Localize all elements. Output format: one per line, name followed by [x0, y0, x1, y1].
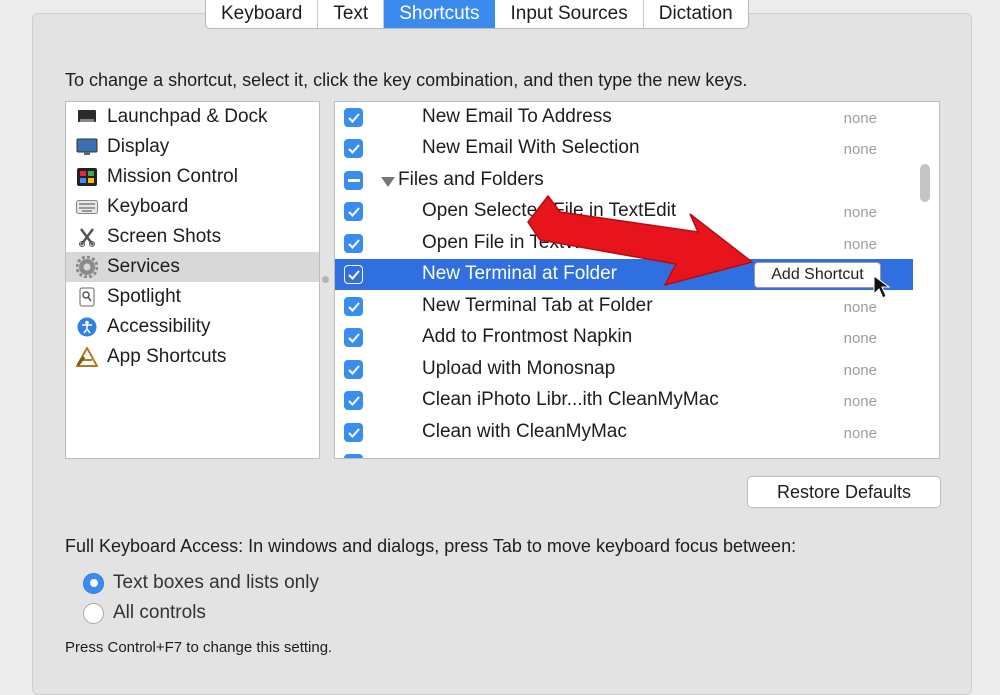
service-row[interactable]: Clean with CleanMyMac none	[335, 417, 917, 448]
keyboard-access-hint: Press Control+F7 to change this setting.	[65, 639, 333, 656]
category-label: Spotlight	[107, 286, 181, 307]
disclosure-triangle-icon[interactable]	[381, 177, 395, 187]
app-shortcuts-icon	[76, 346, 98, 368]
service-label: Open Selected File in TextEdit	[422, 200, 677, 221]
radio-button[interactable]	[83, 602, 104, 624]
service-checkbox[interactable]	[344, 328, 363, 347]
shortcut-value[interactable]: none	[844, 236, 877, 253]
shortcut-value[interactable]: none	[844, 141, 877, 158]
category-item-keyboard[interactable]: Keyboard	[66, 192, 319, 222]
shortcut-value[interactable]: none	[844, 204, 877, 221]
group-checkbox-mixed[interactable]	[344, 171, 363, 190]
service-row[interactable]: Clean iPhoto Libr...ith CleanMyMac none	[335, 385, 917, 416]
service-checkbox[interactable]	[344, 139, 363, 158]
category-item-spotlight[interactable]: Spotlight	[66, 282, 319, 312]
service-row-partial[interactable]	[335, 448, 917, 458]
service-checkbox[interactable]	[344, 108, 363, 127]
keyboard-icon	[76, 196, 98, 218]
shortcut-value[interactable]: none	[844, 330, 877, 347]
service-checkbox[interactable]	[344, 297, 363, 316]
tab-input-sources[interactable]: Input Sources	[495, 0, 644, 28]
shortcut-value[interactable]: none	[844, 393, 877, 410]
display-icon	[76, 136, 98, 158]
service-label: Clean iPhoto Libr...ith CleanMyMac	[422, 389, 719, 410]
service-checkbox[interactable]	[344, 234, 363, 253]
service-row[interactable]: Upload with Monosnap none	[335, 354, 917, 385]
split-divider-handle[interactable]	[322, 276, 329, 283]
category-label: App Shortcuts	[107, 346, 227, 367]
services-list: New Email To Address none New Email With…	[334, 101, 940, 459]
tab-shortcuts[interactable]: Shortcuts	[384, 0, 496, 28]
service-checkbox[interactable]	[344, 454, 363, 458]
category-item-accessibility[interactable]: Accessibility	[66, 312, 319, 342]
category-item-mission-control[interactable]: Mission Control	[66, 162, 319, 192]
radio-label: All controls	[113, 602, 206, 623]
category-item-display[interactable]: Display	[66, 132, 319, 162]
tab-keyboard[interactable]: Keyboard	[206, 0, 319, 28]
service-label: New Terminal Tab at Folder	[422, 295, 653, 316]
service-label: Upload with Monosnap	[422, 358, 616, 379]
category-item-app-shortcuts[interactable]: App Shortcuts	[66, 342, 319, 372]
instructions-text: To change a shortcut, select it, click t…	[65, 70, 748, 90]
shortcut-value[interactable]: none	[844, 425, 877, 442]
category-label: Accessibility	[107, 316, 211, 337]
service-label: New Email With Selection	[422, 137, 640, 158]
category-label: Services	[107, 256, 180, 277]
service-row[interactable]: Add to Frontmost Napkin none	[335, 322, 917, 353]
accessibility-icon	[76, 316, 98, 338]
category-label: Screen Shots	[107, 226, 222, 247]
services-scrollbar[interactable]	[913, 102, 938, 456]
service-label: Clean with CleanMyMac	[422, 421, 627, 442]
service-group-label: Files and Folders	[398, 169, 544, 190]
category-list: Launchpad & Dock Display Mission Control…	[65, 101, 320, 459]
full-keyboard-access-label: Full Keyboard Access: In windows and dia…	[65, 536, 797, 556]
category-item-launchpad-dock[interactable]: Launchpad & Dock	[66, 102, 319, 132]
service-checkbox[interactable]	[344, 202, 363, 221]
screen-shots-icon	[76, 226, 98, 248]
service-group-row[interactable]: Files and Folders	[335, 165, 917, 196]
service-label: New Email To Address	[422, 106, 612, 127]
service-row[interactable]: Open File in TextWrangler none	[335, 228, 917, 259]
service-checkbox[interactable]	[344, 391, 363, 410]
category-item-screen-shots[interactable]: Screen Shots	[66, 222, 319, 252]
service-checkbox[interactable]	[344, 360, 363, 379]
category-item-services[interactable]: Services	[66, 252, 319, 282]
mission-control-icon	[76, 166, 98, 188]
service-row[interactable]: New Email With Selection none	[335, 133, 917, 164]
service-row[interactable]: Open Selected File in TextEdit none	[335, 196, 917, 227]
radio-all-controls[interactable]: All controls	[83, 601, 206, 625]
service-row[interactable]: New Email To Address none	[335, 102, 917, 133]
tab-dictation[interactable]: Dictation	[644, 0, 748, 28]
service-label: Add to Frontmost Napkin	[422, 326, 633, 347]
spotlight-icon	[76, 286, 98, 308]
service-row-selected[interactable]: New Terminal at Folder Add Shortcut	[335, 259, 917, 290]
category-label: Keyboard	[107, 196, 189, 217]
add-shortcut-button[interactable]: Add Shortcut	[754, 262, 881, 288]
service-label: New Terminal at Folder	[422, 263, 618, 284]
category-label: Launchpad & Dock	[107, 106, 268, 127]
category-label: Display	[107, 136, 170, 157]
category-label: Mission Control	[107, 166, 238, 187]
tab-text[interactable]: Text	[318, 0, 385, 28]
shortcut-value[interactable]: none	[844, 299, 877, 316]
radio-label: Text boxes and lists only	[113, 572, 319, 593]
gear-icon	[76, 256, 98, 278]
service-row[interactable]: New Terminal Tab at Folder none	[335, 291, 917, 322]
tab-bar: Keyboard Text Shortcuts Input Sources Di…	[205, 0, 749, 29]
service-checkbox[interactable]	[344, 423, 363, 442]
restore-defaults-button[interactable]: Restore Defaults	[747, 476, 941, 508]
shortcut-value[interactable]: none	[844, 110, 877, 127]
launchpad-dock-icon	[76, 106, 98, 128]
service-checkbox[interactable]	[344, 265, 363, 284]
scrollbar-thumb[interactable]	[920, 164, 930, 202]
radio-text-boxes-lists[interactable]: Text boxes and lists only	[83, 571, 319, 595]
shortcut-value[interactable]: none	[844, 362, 877, 379]
service-label: Open File in TextWrangler	[422, 232, 641, 253]
radio-button-selected[interactable]	[83, 572, 104, 594]
